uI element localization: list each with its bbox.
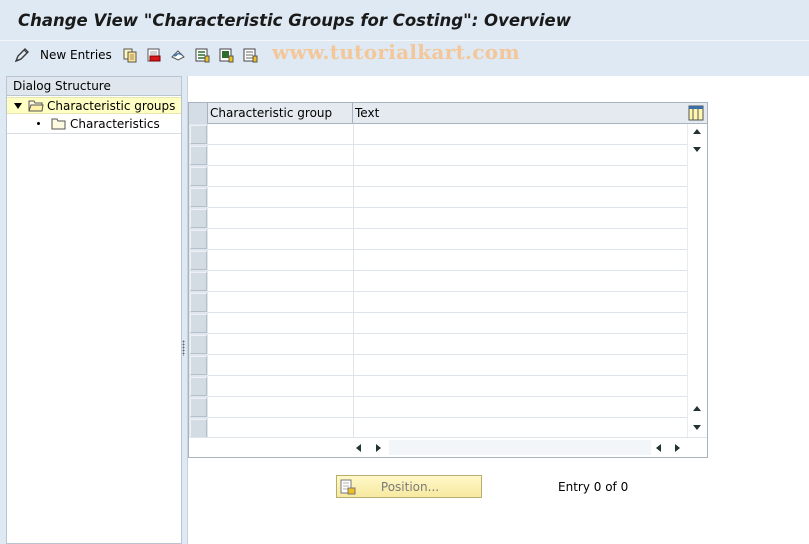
- row-selector[interactable]: [190, 356, 207, 375]
- title-bar: Change View "Characteristic Groups for C…: [0, 0, 809, 40]
- undo-change-icon: [171, 50, 185, 61]
- table-settings-icon[interactable]: [688, 105, 704, 121]
- horizontal-scrollbar[interactable]: [189, 437, 707, 457]
- delete-icon: [147, 48, 161, 62]
- dialog-structure-header: Dialog Structure: [7, 77, 181, 96]
- divider: [7, 133, 181, 134]
- table-row[interactable]: [208, 145, 687, 166]
- copy-as-icon: [123, 48, 137, 63]
- bullet-icon: [37, 122, 40, 125]
- row-selector[interactable]: [190, 293, 207, 312]
- table-row[interactable]: [208, 397, 687, 418]
- scroll-left-icon[interactable]: [656, 444, 661, 452]
- scroll-up-icon[interactable]: [693, 129, 701, 134]
- copy-as-button[interactable]: [122, 45, 138, 65]
- table-row[interactable]: [208, 124, 687, 145]
- deselect-all-button[interactable]: [242, 45, 258, 65]
- scroll-right-icon[interactable]: [376, 444, 381, 452]
- position-button-label: Position...: [380, 480, 440, 494]
- column-header-characteristic-group[interactable]: Characteristic group: [208, 103, 353, 124]
- scroll-page-up-icon[interactable]: [693, 406, 701, 411]
- table-row[interactable]: [208, 166, 687, 187]
- undo-change-button[interactable]: [170, 45, 186, 65]
- table-row[interactable]: [208, 229, 687, 250]
- row-selector[interactable]: [190, 146, 207, 165]
- select-block-icon: [219, 48, 234, 63]
- scroll-page-down-icon[interactable]: [693, 425, 701, 430]
- folder-open-icon: [28, 100, 44, 111]
- row-selector[interactable]: [190, 167, 207, 186]
- table-header: Characteristic group Text: [189, 103, 707, 124]
- select-all-icon: [195, 48, 210, 63]
- row-selector-column: [189, 124, 208, 438]
- new-entries-label: New Entries: [40, 48, 112, 62]
- expand-triangle-icon[interactable]: [14, 102, 22, 109]
- table-control: Characteristic group Text: [188, 102, 708, 458]
- table-row[interactable]: [208, 376, 687, 397]
- folder-icon: [51, 118, 66, 129]
- table-row[interactable]: [208, 271, 687, 292]
- display-change-icon: [14, 48, 29, 63]
- splitter-grip-icon[interactable]: [182, 340, 185, 356]
- row-selector[interactable]: [190, 230, 207, 249]
- watermark: www.tutorialkart.com: [272, 40, 520, 64]
- select-all-button[interactable]: [194, 45, 210, 65]
- scroll-track[interactable]: [389, 440, 651, 455]
- row-selector[interactable]: [190, 419, 207, 438]
- table-row[interactable]: [208, 355, 687, 376]
- row-selector[interactable]: [190, 377, 207, 396]
- table-body: [208, 124, 687, 439]
- table-row[interactable]: [208, 334, 687, 355]
- tree-item-label: Characteristic groups: [47, 98, 176, 113]
- tree-item-label: Characteristics: [70, 116, 160, 131]
- tree-item-characteristic-groups[interactable]: Characteristic groups: [7, 97, 181, 114]
- table-row[interactable]: [208, 418, 687, 439]
- select-block-button[interactable]: [218, 45, 234, 65]
- tree-item-characteristics[interactable]: Characteristics: [7, 115, 181, 132]
- row-selector[interactable]: [190, 188, 207, 207]
- table-row[interactable]: [208, 292, 687, 313]
- row-selector[interactable]: [190, 398, 207, 417]
- scroll-right-icon[interactable]: [675, 444, 680, 452]
- entry-counter: Entry 0 of 0: [558, 480, 629, 494]
- deselect-all-icon: [243, 48, 258, 63]
- select-all-rows-button[interactable]: [189, 103, 208, 124]
- vertical-scrollbar[interactable]: [687, 124, 707, 437]
- row-selector[interactable]: [190, 272, 207, 291]
- delete-button[interactable]: [146, 45, 162, 65]
- table-row[interactable]: [208, 250, 687, 271]
- position-button[interactable]: Position...: [336, 475, 482, 498]
- scroll-down-icon[interactable]: [693, 147, 701, 152]
- table-row[interactable]: [208, 313, 687, 334]
- row-selector[interactable]: [190, 209, 207, 228]
- new-entries-button[interactable]: New Entries: [14, 45, 112, 65]
- table-row[interactable]: [208, 187, 687, 208]
- row-selector[interactable]: [190, 251, 207, 270]
- dialog-structure-panel: Dialog Structure Characteristic groups C…: [6, 76, 182, 544]
- row-selector[interactable]: [190, 335, 207, 354]
- panel-splitter[interactable]: [182, 76, 186, 544]
- page-title: Change View "Characteristic Groups for C…: [18, 11, 571, 30]
- row-selector[interactable]: [190, 314, 207, 333]
- table-row[interactable]: [208, 208, 687, 229]
- row-selector[interactable]: [190, 125, 207, 144]
- scroll-left-icon[interactable]: [356, 444, 361, 452]
- column-header-text[interactable]: Text: [353, 103, 687, 124]
